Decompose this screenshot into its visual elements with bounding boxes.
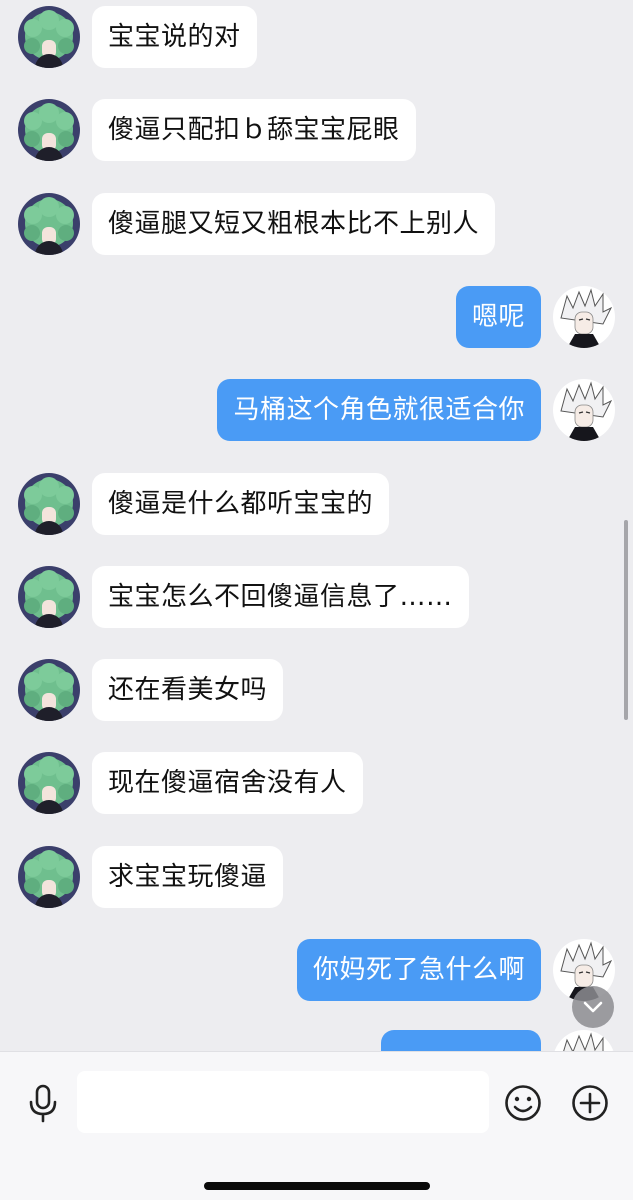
contact-avatar[interactable]: [18, 566, 80, 628]
contact-avatar[interactable]: [18, 659, 80, 721]
outgoing-message-bubble[interactable]: 马桶这个角色就很适合你: [217, 379, 541, 441]
outgoing-message-row: 你妈死了急什么啊: [0, 939, 633, 1001]
message-composer: [0, 1051, 633, 1200]
incoming-message-row: 傻逼只配扣ｂ舔宝宝屁眼: [0, 99, 633, 161]
home-indicator: [204, 1182, 430, 1190]
jump-to-bottom-button[interactable]: [572, 986, 614, 1028]
contact-avatar[interactable]: [18, 473, 80, 535]
incoming-message-row: 现在傻逼宿舍没有人: [0, 752, 633, 814]
outgoing-message-row: 嗯呢: [0, 286, 633, 348]
chevron-down-icon: [583, 1001, 603, 1013]
incoming-message-bubble[interactable]: 傻逼只配扣ｂ舔宝宝屁眼: [92, 99, 416, 161]
chat-screen: 宝宝说的对傻逼只配扣ｂ舔宝宝屁眼傻逼腿又短又粗根本比不上别人嗯呢马桶这个角色就很…: [0, 0, 633, 1200]
contact-avatar[interactable]: [18, 752, 80, 814]
voice-input-button[interactable]: [26, 1084, 60, 1124]
incoming-message-bubble[interactable]: 傻逼腿又短又粗根本比不上别人: [92, 193, 496, 255]
incoming-message-row: 宝宝怎么不回傻逼信息了……: [0, 566, 633, 628]
incoming-message-bubble[interactable]: 宝宝怎么不回傻逼信息了……: [92, 566, 469, 628]
my-avatar[interactable]: [553, 286, 615, 348]
incoming-message-row: 傻逼腿又短又粗根本比不上别人: [0, 193, 633, 255]
outgoing-message-row: 马桶这个角色就很适合你: [0, 379, 633, 441]
contact-avatar[interactable]: [18, 193, 80, 255]
incoming-message-bubble[interactable]: 现在傻逼宿舍没有人: [92, 752, 363, 814]
emoji-button[interactable]: [504, 1084, 542, 1122]
more-options-button[interactable]: [571, 1084, 609, 1122]
incoming-message-row: 宝宝说的对: [0, 6, 633, 68]
incoming-message-bubble[interactable]: 还在看美女吗: [92, 659, 284, 721]
scrollbar[interactable]: [624, 520, 628, 720]
contact-avatar[interactable]: [18, 6, 80, 68]
incoming-message-bubble[interactable]: 宝宝说的对: [92, 6, 257, 68]
incoming-message-row: 傻逼是什么都听宝宝的: [0, 473, 633, 535]
contact-avatar[interactable]: [18, 846, 80, 908]
incoming-message-bubble[interactable]: 傻逼是什么都听宝宝的: [92, 473, 390, 535]
smiley-icon: [505, 1085, 541, 1121]
partial-outgoing-bubble[interactable]: [381, 1030, 541, 1051]
incoming-message-row: 还在看美女吗: [0, 659, 633, 721]
contact-avatar[interactable]: [18, 99, 80, 161]
outgoing-message-bubble[interactable]: 嗯呢: [455, 286, 541, 348]
my-avatar[interactable]: [553, 379, 615, 441]
partial-message-row: [0, 1030, 633, 1051]
incoming-message-row: 求宝宝玩傻逼: [0, 846, 633, 908]
incoming-message-bubble[interactable]: 求宝宝玩傻逼: [92, 846, 284, 908]
plus-circle-icon: [572, 1085, 608, 1121]
outgoing-message-bubble[interactable]: 你妈死了急什么啊: [296, 939, 541, 1001]
message-input[interactable]: [77, 1071, 489, 1133]
my-avatar[interactable]: [553, 1030, 615, 1051]
microphone-icon: [29, 1084, 57, 1123]
